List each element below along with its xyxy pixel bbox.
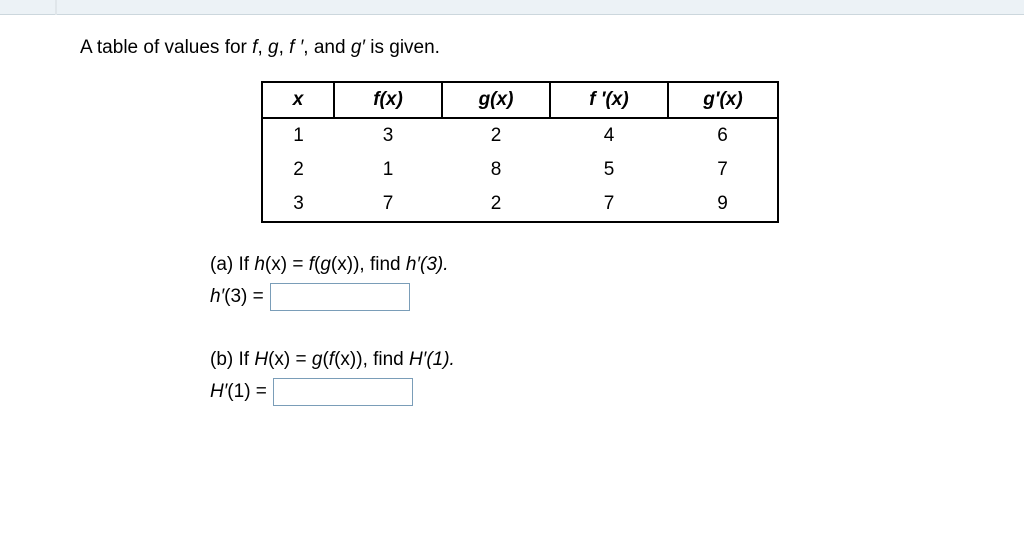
intro-gprime: g′ [351,37,365,58]
part-b-prompt: (b) If H(x) = g(f(x)), find H′(1). [210,344,960,376]
cell-fpx: 5 [550,153,668,187]
part-a-answer-label: h′(3) = [210,281,264,313]
cell-fx: 7 [334,187,442,222]
intro-fprime: f ′ [289,37,303,58]
intro-suffix: is given. [365,37,440,58]
values-table: x f(x) g(x) f ′(x) g′(x) 1 3 2 4 6 2 1 8… [261,81,779,223]
header-gx: g(x) [442,82,550,118]
intro-sep: , [257,37,268,58]
table-header-row: x f(x) g(x) f ′(x) g′(x) [262,82,778,118]
header-fpx-label: f ′(x) [589,89,628,110]
part-a-label: (a) If [210,254,254,275]
cell-x: 3 [262,187,334,222]
part-b-eq: = [290,349,312,370]
table-row: 2 1 8 5 7 [262,153,778,187]
cell-gpx: 9 [668,187,778,222]
part-b-answer-input[interactable] [273,378,413,406]
cell-fpx: 4 [550,118,668,153]
part-a-rhs-innerarg: (x) [331,254,353,275]
part-b-answer-func: H′ [210,381,227,402]
part-a-answer-input[interactable] [270,283,410,311]
part-a-answer-arg: (3) = [224,286,264,307]
cell-x: 1 [262,118,334,153]
header-x-label: x [293,89,304,110]
intro-prefix: A table of values for [80,37,252,58]
window-chrome-strip [0,0,1024,15]
intro-text: A table of values for f, g, f ′, and g′ … [80,37,960,59]
cell-fx: 3 [334,118,442,153]
part-a-answer-func: h′ [210,286,224,307]
cell-gpx: 6 [668,118,778,153]
header-gpx-label: g′(x) [703,89,742,110]
part-b-answer-line: H′(1) = [210,376,960,408]
cell-x: 2 [262,153,334,187]
cell-gpx: 7 [668,153,778,187]
header-fx-label: f(x) [373,89,403,110]
part-b-rhs-innerarg: (x) [334,349,356,370]
intro-g: g [268,37,279,58]
part-b: (b) If H(x) = g(f(x)), find H′(1). H′(1)… [210,344,960,409]
cell-gx: 2 [442,187,550,222]
cell-gx: 8 [442,153,550,187]
cell-fx: 1 [334,153,442,187]
part-a-target: h′(3). [406,254,449,275]
part-a-answer-line: h′(3) = [210,281,960,313]
part-a-lhs-func: h [254,254,265,275]
cell-gx: 2 [442,118,550,153]
question-content: A table of values for f, g, f ′, and g′ … [0,15,960,408]
header-fx: f(x) [334,82,442,118]
part-a-tail: , find [359,254,405,275]
cell-fpx: 7 [550,187,668,222]
intro-sep: , and [303,37,351,58]
part-a-rhs-inner: g [320,254,331,275]
part-b-answer-arg: (1) = [227,381,267,402]
part-a: (a) If h(x) = f(g(x)), find h′(3). h′(3)… [210,249,960,314]
part-a-eq: = [287,254,309,275]
header-gpx: g′(x) [668,82,778,118]
part-b-label: (b) If [210,349,254,370]
header-x: x [262,82,334,118]
part-b-target: H′(1). [409,349,455,370]
table-row: 1 3 2 4 6 [262,118,778,153]
part-b-lhs-arg: (x) [268,349,290,370]
part-b-answer-label: H′(1) = [210,376,267,408]
part-a-prompt: (a) If h(x) = f(g(x)), find h′(3). [210,249,960,281]
part-b-lhs-func: H [254,349,268,370]
part-b-tail: , find [363,349,409,370]
header-fpx: f ′(x) [550,82,668,118]
part-b-rhs-outer: g [312,349,323,370]
table-row: 3 7 2 7 9 [262,187,778,222]
part-a-lhs-arg: (x) [265,254,287,275]
header-gx-label: g(x) [479,89,514,110]
intro-sep: , [279,37,290,58]
